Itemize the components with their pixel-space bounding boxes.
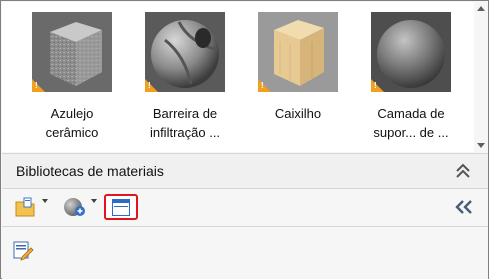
create-material-icon[interactable]	[62, 196, 88, 218]
material-browser-panel: Azulejo cerâmico	[0, 0, 489, 279]
material-label: Camada de supor... de ...	[373, 106, 449, 140]
chevron-down-icon[interactable]	[42, 199, 48, 203]
material-thumbnails-area: Azulejo cerâmico	[2, 2, 488, 152]
infiltration-barrier-sphere-thumbnail	[145, 12, 225, 92]
ceramic-tile-cube-thumbnail	[32, 12, 112, 92]
warning-icon	[371, 79, 384, 92]
libraries-title: Bibliotecas de materiais	[16, 163, 164, 179]
scroll-up-icon[interactable]	[477, 6, 485, 11]
material-editor-icon[interactable]	[12, 239, 34, 261]
material-item-barreira[interactable]: Barreira de infiltração ...	[135, 12, 235, 142]
material-label: Barreira de infiltração ...	[149, 106, 221, 140]
chevron-down-icon[interactable]	[91, 199, 97, 203]
toggle-library-panel-button[interactable]	[104, 194, 138, 220]
warning-icon	[258, 79, 271, 92]
wood-cube-thumbnail	[258, 12, 338, 92]
open-library-icon[interactable]	[14, 196, 38, 218]
double-chevron-left-icon[interactable]	[454, 198, 474, 216]
library-tree-area	[2, 227, 488, 279]
material-item-azulejo[interactable]: Azulejo cerâmico	[22, 12, 122, 142]
support-layer-sphere-thumbnail	[371, 12, 451, 92]
warning-icon	[145, 79, 158, 92]
libraries-toolbar	[2, 189, 488, 227]
libraries-header: Bibliotecas de materiais	[2, 153, 488, 189]
panel-layout-icon	[112, 199, 130, 216]
vertical-scrollbar[interactable]	[474, 2, 488, 152]
material-label: Azulejo cerâmico	[45, 106, 99, 140]
scroll-down-icon[interactable]	[477, 143, 485, 148]
material-item-caixilho[interactable]: Caixilho	[248, 12, 348, 123]
warning-icon	[32, 79, 45, 92]
material-item-camada[interactable]: Camada de supor... de ...	[361, 12, 461, 142]
collapse-up-icon[interactable]	[454, 162, 472, 180]
material-label: Caixilho	[274, 106, 322, 121]
